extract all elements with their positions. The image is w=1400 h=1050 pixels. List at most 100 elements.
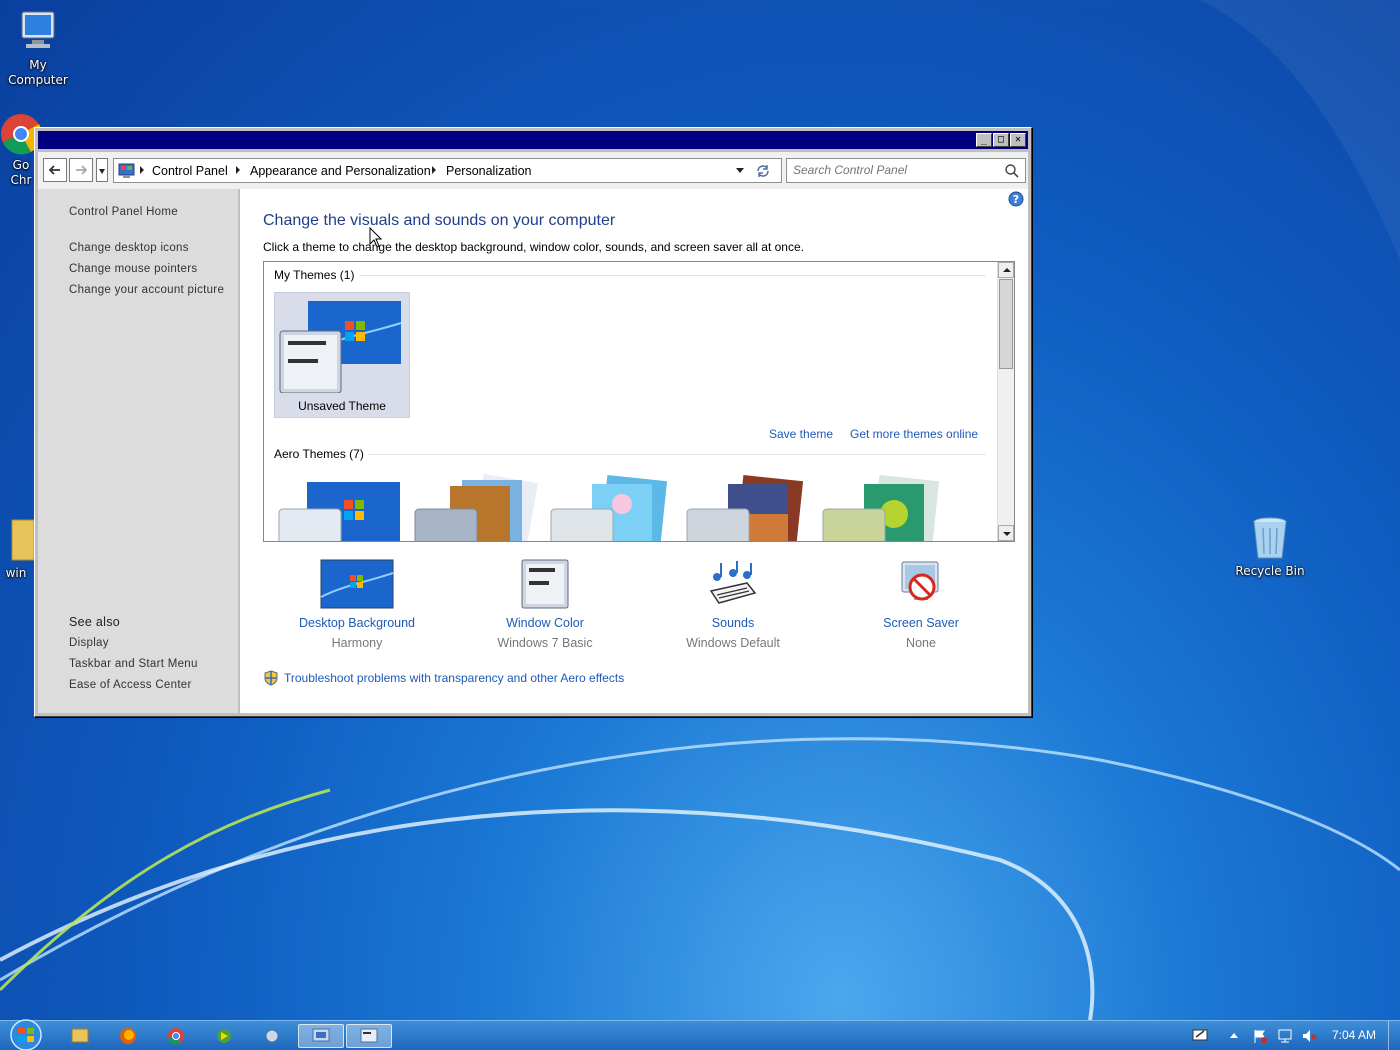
troubleshoot-link[interactable]: Troubleshoot problems with transparency … (284, 671, 624, 685)
taskbar-clock[interactable]: 7:04 AM (1332, 1028, 1376, 1042)
desktop-icon-folder[interactable]: win (0, 518, 36, 581)
back-arrow-icon (48, 165, 60, 175)
address-bar[interactable]: Control Panel Appearance and Personaliza… (113, 158, 782, 183)
desktop-icon-label: My Computer (8, 58, 68, 87)
app-icon (265, 1029, 279, 1043)
address-dropdown-icon[interactable] (736, 168, 744, 173)
search-box[interactable] (786, 158, 1026, 183)
my-themes-group-label: My Themes (1) (274, 268, 355, 282)
breadcrumb-personalization[interactable]: Personalization (446, 164, 531, 178)
window-color-label[interactable]: Window Color (465, 616, 625, 630)
aero-themes-group-label: Aero Themes (7) (274, 447, 364, 461)
scroll-up-button[interactable] (998, 262, 1014, 278)
folder-icon (11, 519, 34, 561)
show-desktop-button[interactable] (1388, 1021, 1400, 1050)
theme-list-scrollbar[interactable] (997, 262, 1014, 541)
mouse-cursor-icon (369, 227, 383, 248)
desktop-icon-label: Go Chr (10, 158, 32, 187)
search-input[interactable] (793, 163, 993, 177)
show-hidden-icons-button[interactable] (1230, 1033, 1238, 1038)
aero-theme-characters[interactable] (548, 474, 678, 542)
window-titlebar[interactable]: _ □ ✕ (38, 131, 1028, 149)
window-color-icon (521, 559, 569, 609)
sounds-label[interactable]: Sounds (653, 616, 813, 630)
aero-theme-nature[interactable] (820, 474, 950, 542)
taskbar-explorer[interactable] (60, 1024, 100, 1048)
chevron-down-icon (1003, 532, 1011, 536)
action-center-icon[interactable] (1191, 1027, 1209, 1043)
taskbar-start-menu-link[interactable]: Taskbar and Start Menu (69, 658, 198, 670)
close-button[interactable]: ✕ (1010, 133, 1026, 147)
change-desktop-icons-link[interactable]: Change desktop icons (69, 242, 189, 254)
start-button[interactable] (6, 1019, 46, 1050)
desktop-icon-label: Recycle Bin (1235, 564, 1305, 578)
desktop-background-label[interactable]: Desktop Background (277, 616, 437, 630)
screen-saver-label[interactable]: Screen Saver (841, 616, 1001, 630)
search-icon[interactable] (1004, 163, 1020, 179)
screen-saver-icon (901, 561, 939, 601)
breadcrumb-separator-icon[interactable] (236, 166, 240, 174)
taskbar-app[interactable] (252, 1024, 292, 1048)
aero-theme-windows7[interactable] (276, 474, 406, 542)
help-icon[interactable]: ? (1008, 191, 1024, 207)
taskbar-firefox[interactable] (108, 1024, 148, 1048)
aero-theme-architecture[interactable] (412, 474, 542, 542)
control-panel-home-link[interactable]: Control Panel Home (69, 206, 178, 218)
breadcrumb-appearance[interactable]: Appearance and Personalization (250, 164, 431, 178)
window-color-value: Windows 7 Basic (497, 636, 593, 650)
sounds-icon (709, 561, 757, 604)
change-mouse-pointers-link[interactable]: Change mouse pointers (69, 263, 197, 275)
desktop-icon-recycle-bin[interactable]: Recycle Bin (1232, 516, 1308, 579)
minimize-button[interactable]: _ (976, 133, 992, 147)
volume-muted-icon[interactable] (1301, 1028, 1317, 1044)
desktop-background-icon (320, 559, 394, 609)
change-account-picture-link[interactable]: Change your account picture (69, 284, 224, 296)
screen-saver-value: None (906, 636, 936, 650)
chrome-icon (168, 1028, 184, 1045)
recent-pages-dropdown[interactable] (96, 158, 108, 182)
breadcrumb-control-panel[interactable]: Control Panel (152, 164, 228, 178)
shield-icon (264, 670, 278, 686)
window-color-setting[interactable]: Window Color Windows 7 Basic (465, 559, 625, 650)
see-also-heading: See also (69, 615, 121, 629)
desktop-background-setting[interactable]: Desktop Background Harmony (277, 559, 437, 650)
aero-theme-landscapes[interactable] (684, 474, 814, 542)
breadcrumb-separator-icon[interactable] (140, 166, 144, 174)
scroll-down-button[interactable] (998, 525, 1014, 541)
forward-arrow-icon (76, 165, 88, 175)
maximize-button[interactable]: □ (993, 133, 1009, 147)
unsaved-theme-tile[interactable]: Unsaved Theme (274, 292, 410, 418)
taskbar-control-panel[interactable] (298, 1024, 344, 1048)
forward-button[interactable] (69, 158, 93, 182)
taskbar-chrome[interactable] (156, 1024, 196, 1048)
screen-saver-setting[interactable]: Screen Saver None (841, 559, 1001, 650)
flag-icon[interactable] (1252, 1028, 1268, 1044)
display-link[interactable]: Display (69, 637, 109, 649)
navigation-bar: Control Panel Appearance and Personaliza… (38, 152, 1028, 189)
group-divider (360, 275, 986, 276)
back-button[interactable] (43, 158, 67, 182)
computer-icon (21, 11, 55, 48)
theme-list[interactable]: My Themes (1) Unsaved Theme Save theme G… (263, 261, 1015, 542)
sounds-setting[interactable]: Sounds Windows Default (653, 559, 813, 650)
task-pane: Control Panel Home Change desktop icons … (38, 189, 238, 713)
desktop-background-value: Harmony (331, 636, 383, 650)
refresh-icon[interactable] (755, 163, 771, 179)
get-more-themes-link[interactable]: Get more themes online (850, 427, 978, 441)
control-panel-icon (118, 163, 135, 178)
ease-of-access-link[interactable]: Ease of Access Center (69, 679, 192, 691)
scroll-thumb[interactable] (999, 279, 1013, 369)
group-divider (368, 454, 986, 455)
desktop-icon-label: win (5, 566, 27, 580)
taskbar-personalization[interactable] (346, 1024, 392, 1048)
network-icon[interactable] (1277, 1028, 1293, 1044)
taskbar-media[interactable] (204, 1024, 244, 1048)
page-description: Click a theme to change the desktop back… (263, 240, 804, 254)
personalization-window[interactable]: _ □ ✕ Control Panel Appearance and Perso… (34, 127, 1032, 717)
desktop-icon-my-computer[interactable]: My Computer (0, 8, 76, 88)
control-panel-icon (312, 1028, 330, 1042)
save-theme-link[interactable]: Save theme (769, 427, 833, 441)
chevron-down-icon (99, 169, 105, 174)
sounds-value: Windows Default (686, 636, 780, 650)
breadcrumb-separator-icon[interactable] (432, 166, 436, 174)
